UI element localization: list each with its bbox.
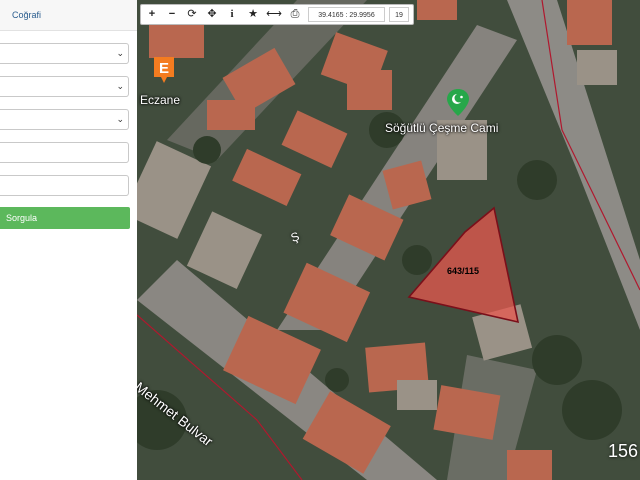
pharmacy-label: Eczane [140,93,181,107]
zoom-in-button[interactable]: + [143,5,161,24]
query-button[interactable]: Sorgula [0,207,130,229]
map-toolbar: + − ⟳ ✥ i ★ ⟷ ⎙ 39.4165 : 29.9956 19 [140,4,414,25]
measure-icon[interactable]: ⟷ [265,5,283,24]
coordinate-readout: 39.4165 : 29.9956 [308,7,385,22]
search-panel: Coğrafi ⌄ ⌄ ⌄ Sorgula [0,0,138,480]
query-button-label: Sorgula [6,213,38,223]
map-imagery [137,0,640,480]
satellite-map[interactable]: E Eczane Söğütlü Çeşme Cami 643/115 Ş ıl… [137,0,640,480]
star-icon[interactable]: ★ [244,5,262,24]
tab-cografi[interactable]: Coğrafi [0,0,137,31]
province-select[interactable]: ⌄ [0,43,129,64]
mosque-label: Söğütlü Çeşme Cami [385,121,499,135]
zoom-out-button[interactable]: − [163,5,181,24]
district-select[interactable]: ⌄ [0,76,129,97]
info-icon[interactable]: i [224,5,240,24]
refresh-icon[interactable]: ⟳ [183,5,201,24]
zoom-level-readout: 19 [389,7,409,22]
chevron-down-icon: ⌄ [116,81,124,91]
chevron-down-icon: ⌄ [116,114,124,124]
neighborhood-select[interactable]: ⌄ [0,109,129,130]
pharmacy-letter: E [159,60,169,77]
parcel-input[interactable] [0,175,129,196]
block-input[interactable] [0,142,129,163]
pan-icon[interactable]: ✥ [203,5,221,24]
tab-label: Coğrafi [12,10,42,20]
parcel-label[interactable]: 643/115 [447,266,479,276]
chevron-down-icon: ⌄ [116,48,124,58]
print-icon[interactable]: ⎙ [286,5,304,24]
scale-indicator: 156 [607,441,638,461]
